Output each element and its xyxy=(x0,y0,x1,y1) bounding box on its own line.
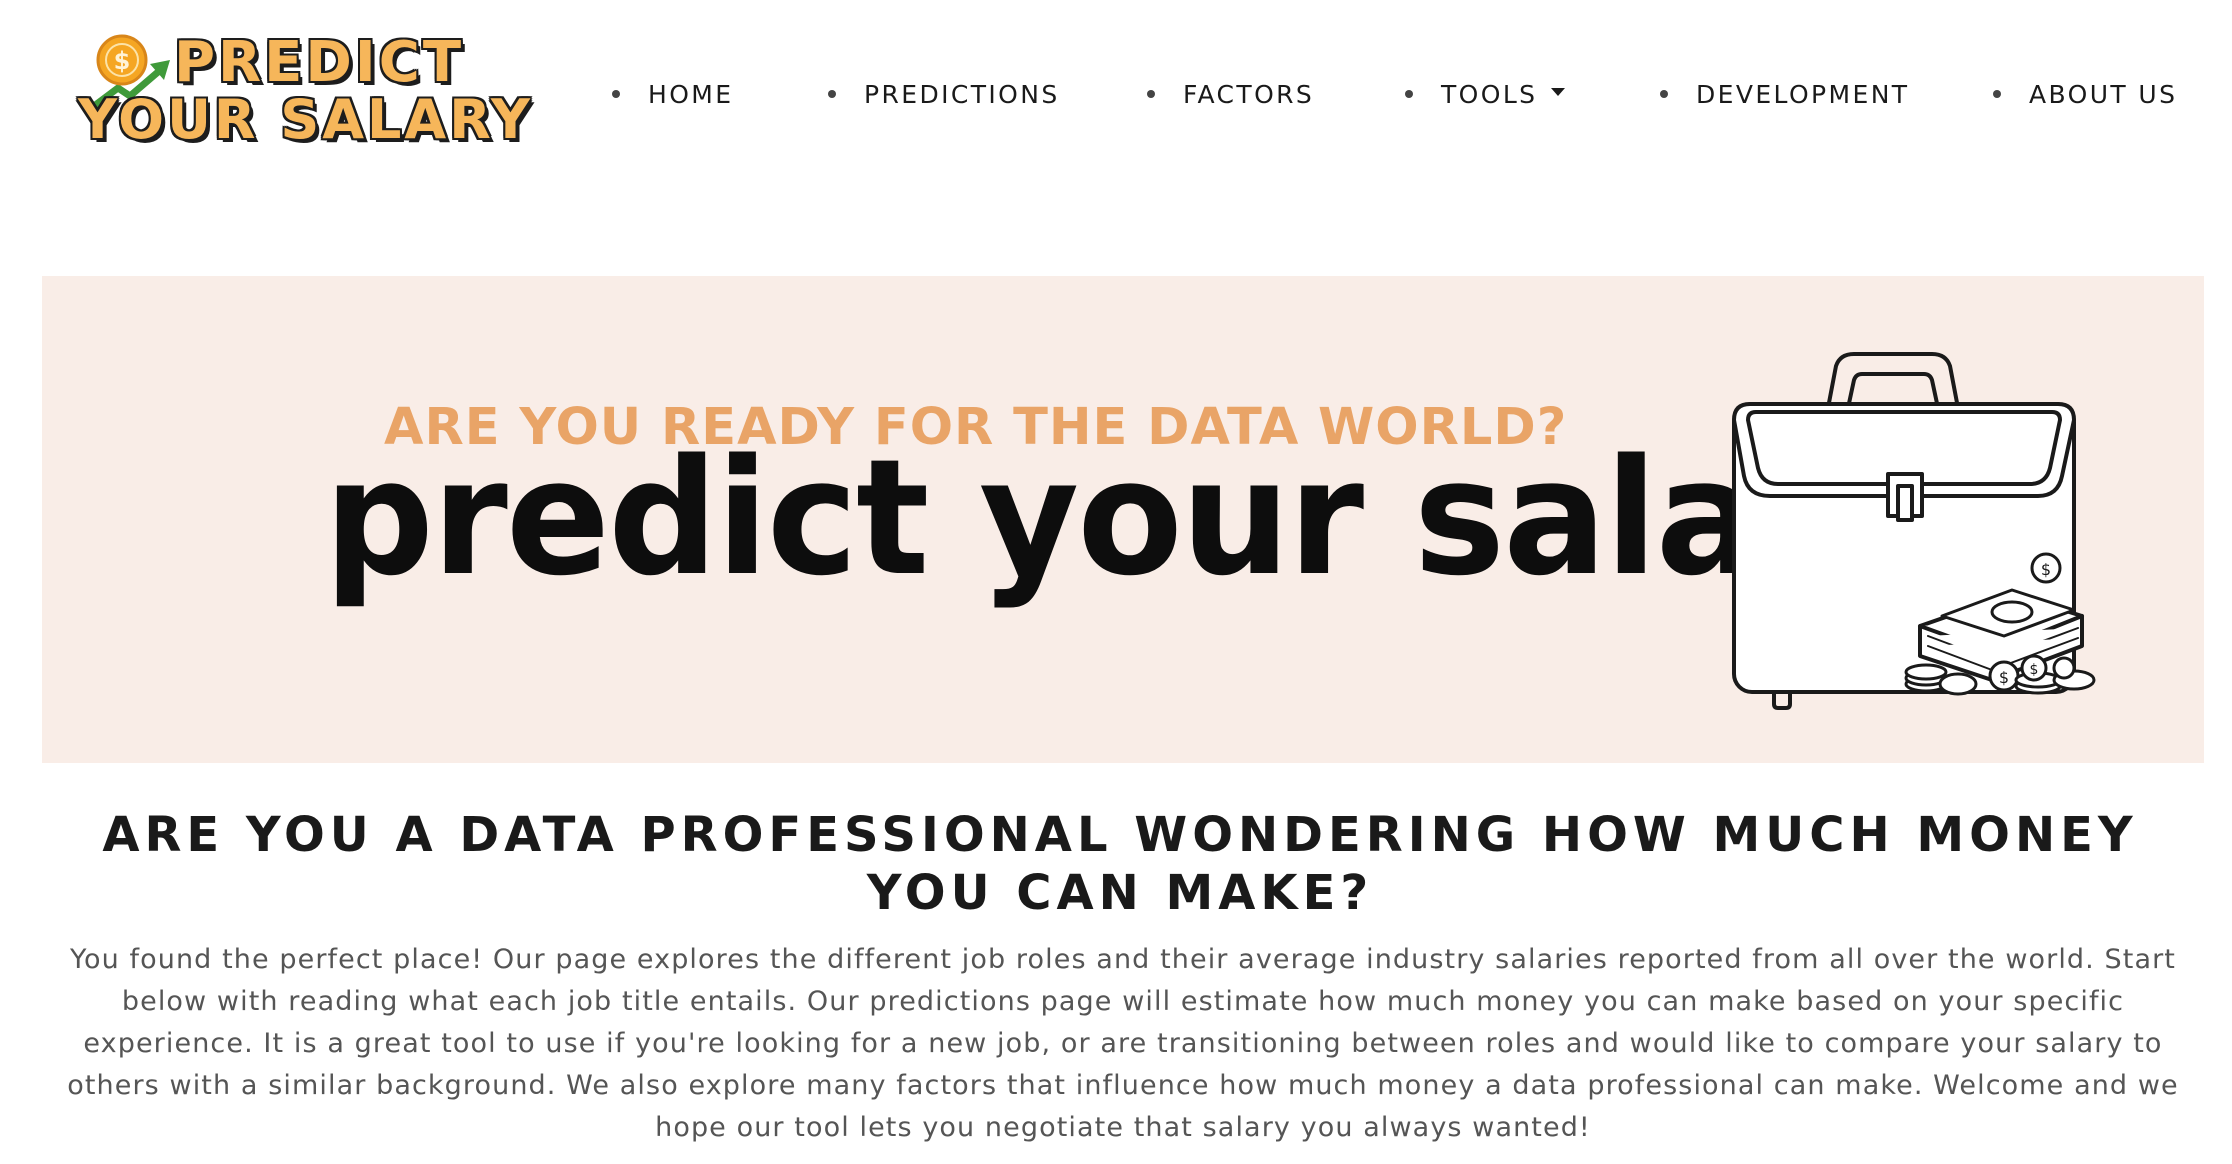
bullet-icon xyxy=(1147,90,1155,98)
briefcase-money-icon: $ $ $ xyxy=(1732,352,2096,710)
svg-text:$: $ xyxy=(2030,662,2039,678)
svg-text:$: $ xyxy=(114,47,131,75)
bullet-icon xyxy=(1660,90,1668,98)
nav-item-about-us[interactable]: ABOUT US xyxy=(1993,74,2177,114)
nav-item-label: HOME xyxy=(648,79,734,109)
nav-item-label: ABOUT US xyxy=(2029,79,2178,109)
page-headline: ARE YOU A DATA PROFESSIONAL WONDERING HO… xyxy=(102,807,2138,921)
nav-item-label: DEVELOPMENT xyxy=(1696,79,1910,109)
svg-text:$: $ xyxy=(1999,668,2009,687)
intro-paragraph: You found the perfect place! Our page ex… xyxy=(67,944,2179,1143)
nav-item-home[interactable]: HOME xyxy=(612,74,733,114)
chevron-down-icon xyxy=(1551,88,1566,96)
bullet-icon xyxy=(1993,90,2001,98)
svg-text:$: $ xyxy=(2041,560,2051,579)
hero-banner: ARE YOU READY FOR THE DATA WORLD? predic… xyxy=(42,276,2204,763)
nav-item-factors[interactable]: FACTORS xyxy=(1147,74,1314,114)
nav-item-predictions[interactable]: PREDICTIONS xyxy=(828,74,1060,114)
page: $ PREDICT YOUR SALARY HOME PREDICTIONS F… xyxy=(0,0,2232,1164)
bullet-icon xyxy=(828,90,836,98)
nav-item-development[interactable]: DEVELOPMENT xyxy=(1660,74,1909,114)
main-nav: HOME PREDICTIONS FACTORS TOOLS DEVELOPME… xyxy=(0,74,2232,114)
bullet-icon xyxy=(1405,90,1413,98)
nav-item-label: TOOLS xyxy=(1441,79,1538,109)
bullet-icon xyxy=(612,90,620,98)
nav-item-label: PREDICTIONS xyxy=(864,79,1060,109)
nav-item-label: FACTORS xyxy=(1183,79,1315,109)
nav-item-tools[interactable]: TOOLS xyxy=(1405,74,1566,114)
